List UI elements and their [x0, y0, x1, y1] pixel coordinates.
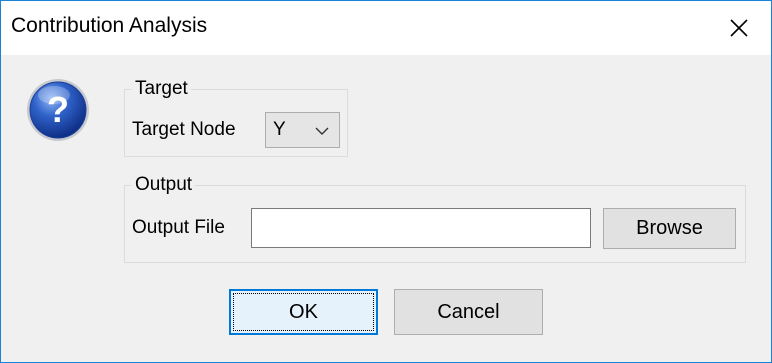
- output-legend: Output: [135, 174, 193, 195]
- title-bar[interactable]: Contribution Analysis: [1, 1, 771, 55]
- focus-rect: [233, 293, 374, 331]
- target-node-label: Target Node: [132, 119, 236, 140]
- target-node-select[interactable]: Y: [265, 112, 340, 148]
- target-legend: Target: [135, 78, 188, 99]
- dialog-window: Contribution Analysis ? Target Target No…: [0, 0, 772, 363]
- chevron-down-icon: [315, 127, 329, 135]
- svg-text:?: ?: [47, 89, 69, 130]
- output-file-label: Output File: [132, 217, 225, 238]
- ok-button[interactable]: OK: [229, 289, 378, 335]
- dialog-title: Contribution Analysis: [11, 14, 208, 37]
- browse-button[interactable]: Browse: [603, 208, 736, 249]
- output-file-input[interactable]: [251, 208, 591, 248]
- close-button[interactable]: [707, 1, 771, 55]
- target-node-value: Y: [273, 119, 286, 140]
- cancel-button[interactable]: Cancel: [394, 289, 543, 335]
- close-icon: [730, 19, 748, 37]
- question-help-icon: ?: [27, 79, 89, 141]
